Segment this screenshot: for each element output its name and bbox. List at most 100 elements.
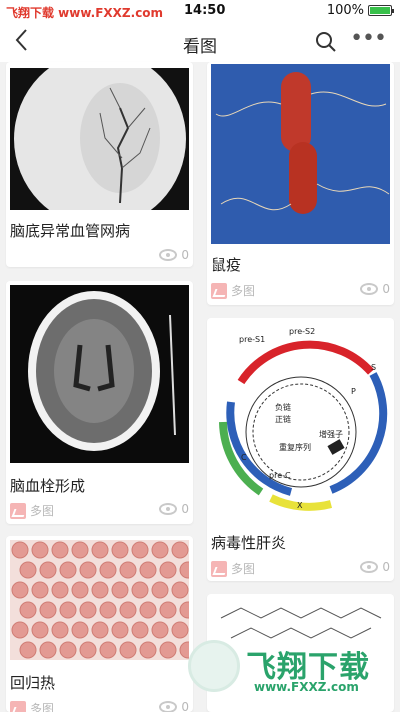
card-caption: 鼠疫 xyxy=(211,256,242,274)
red-blood-cell xyxy=(11,621,29,639)
view-count: 0 xyxy=(360,282,390,296)
red-blood-cell xyxy=(19,641,37,659)
view-count: 0 xyxy=(360,560,390,574)
red-blood-cell xyxy=(59,601,77,619)
red-blood-cell xyxy=(99,561,117,579)
label-positive-strand: 正链 xyxy=(275,414,291,424)
brain-ct-image xyxy=(10,285,189,463)
red-blood-cell xyxy=(99,601,117,619)
red-blood-cell xyxy=(159,641,177,659)
red-blood-cell xyxy=(171,541,189,559)
red-blood-cell xyxy=(159,601,177,619)
red-blood-cell xyxy=(11,581,29,599)
red-blood-cell xyxy=(51,541,69,559)
label-pre-c: pre-C xyxy=(269,471,291,480)
image-card-3[interactable]: 脑血栓形成 多图 0 xyxy=(6,281,193,524)
brand-watermark: 飞翔下载 www.FXXZ.com xyxy=(188,640,388,700)
red-blood-cell xyxy=(71,581,89,599)
eye-icon xyxy=(159,503,178,515)
view-count: 0 xyxy=(159,700,189,712)
multi-image-tag: 多图 xyxy=(211,560,255,577)
image-card-4[interactable]: pre-S1 pre-S2 S P 负链 正链 增强子 重复序列 pre-C C… xyxy=(207,318,394,581)
multi-image-tag: 多图 xyxy=(10,700,54,712)
card-meta: 多图 0 xyxy=(211,280,390,302)
card-image-3 xyxy=(10,285,189,463)
brand-logo xyxy=(188,640,240,692)
red-blood-cell xyxy=(119,561,137,579)
multi-image-tag: 多图 xyxy=(10,502,54,519)
brand-url: www.FXXZ.com xyxy=(254,680,359,694)
red-blood-cell xyxy=(91,621,109,639)
card-image-1 xyxy=(10,68,189,210)
red-blood-cell xyxy=(79,641,97,659)
red-blood-cell xyxy=(131,581,149,599)
red-blood-cell xyxy=(39,561,57,579)
red-blood-cell xyxy=(151,541,169,559)
eye-icon xyxy=(159,701,178,712)
label-pre-s2: pre-S2 xyxy=(289,327,315,336)
eye-icon xyxy=(360,561,379,573)
label-p: P xyxy=(351,387,356,396)
image-card-1[interactable]: 脑底异常血管网病 0 xyxy=(6,62,193,267)
gallery-icon xyxy=(211,282,227,299)
red-blood-cell xyxy=(111,581,129,599)
gallery-icon xyxy=(10,502,26,519)
label-pre-s1: pre-S1 xyxy=(239,335,265,344)
red-blood-cell xyxy=(151,581,169,599)
red-blood-cell xyxy=(71,541,89,559)
red-blood-cell xyxy=(11,541,29,559)
card-image-2 xyxy=(211,64,390,244)
image-card-2[interactable]: 鼠疫 多图 0 xyxy=(207,62,394,305)
red-blood-cell xyxy=(151,621,169,639)
hbv-genome-diagram: pre-S1 pre-S2 S P 负链 正链 增强子 重复序列 pre-C C… xyxy=(219,327,388,511)
search-icon[interactable] xyxy=(316,32,336,52)
red-blood-cell xyxy=(91,541,109,559)
card-meta: 0 xyxy=(10,246,189,267)
battery-percent: 100% xyxy=(326,3,364,18)
card-caption: 脑底异常血管网病 xyxy=(10,222,131,240)
card-meta: 多图 0 xyxy=(10,500,189,522)
battery-fill xyxy=(370,7,390,14)
view-count: 0 xyxy=(159,502,189,516)
red-blood-cell xyxy=(71,621,89,639)
red-blood-cell xyxy=(39,601,57,619)
red-blood-cell xyxy=(31,581,49,599)
status-right: 100% xyxy=(326,3,394,18)
watermark-text: 飞翔下载 www.FXXZ.com xyxy=(6,6,164,20)
label-s: S xyxy=(371,363,376,372)
gallery-icon xyxy=(211,560,227,577)
card-meta: 多图 0 xyxy=(211,558,390,580)
blood-smear-image xyxy=(10,540,189,660)
eye-icon xyxy=(159,249,178,261)
page-title: 看图 xyxy=(183,37,217,57)
card-caption: 回归热 xyxy=(10,674,56,692)
red-blood-cell xyxy=(119,601,137,619)
red-blood-cell xyxy=(171,621,189,639)
card-caption: 脑血栓形成 xyxy=(10,477,86,495)
gallery-icon xyxy=(10,700,26,712)
multi-image-tag: 多图 xyxy=(211,282,255,299)
label-negative-strand: 负链 xyxy=(275,402,291,412)
card-image-5 xyxy=(10,540,189,660)
red-blood-cell xyxy=(31,621,49,639)
red-blood-cell xyxy=(131,621,149,639)
nav-bar: 看图 ••• xyxy=(0,22,400,62)
red-blood-cell xyxy=(51,621,69,639)
status-bar: 飞翔下载 www.FXXZ.com 14:50 100% xyxy=(0,0,400,22)
red-blood-cell xyxy=(19,561,37,579)
red-blood-cell xyxy=(111,621,129,639)
view-count: 0 xyxy=(159,248,189,262)
red-blood-cell xyxy=(139,561,157,579)
red-blood-cell xyxy=(139,601,157,619)
label-enhancer: 增强子 xyxy=(319,429,343,439)
red-blood-cell xyxy=(91,581,109,599)
red-blood-cell xyxy=(131,541,149,559)
image-card-5[interactable]: 回归热 多图 0 xyxy=(6,536,193,712)
angiogram-image xyxy=(10,68,189,210)
red-blood-cell xyxy=(51,581,69,599)
more-dots-icon[interactable]: ••• xyxy=(350,26,387,51)
red-blood-cell xyxy=(39,641,57,659)
red-blood-cell xyxy=(79,601,97,619)
eye-icon xyxy=(360,283,379,295)
label-repeat-sequence: 重复序列 xyxy=(279,442,311,452)
